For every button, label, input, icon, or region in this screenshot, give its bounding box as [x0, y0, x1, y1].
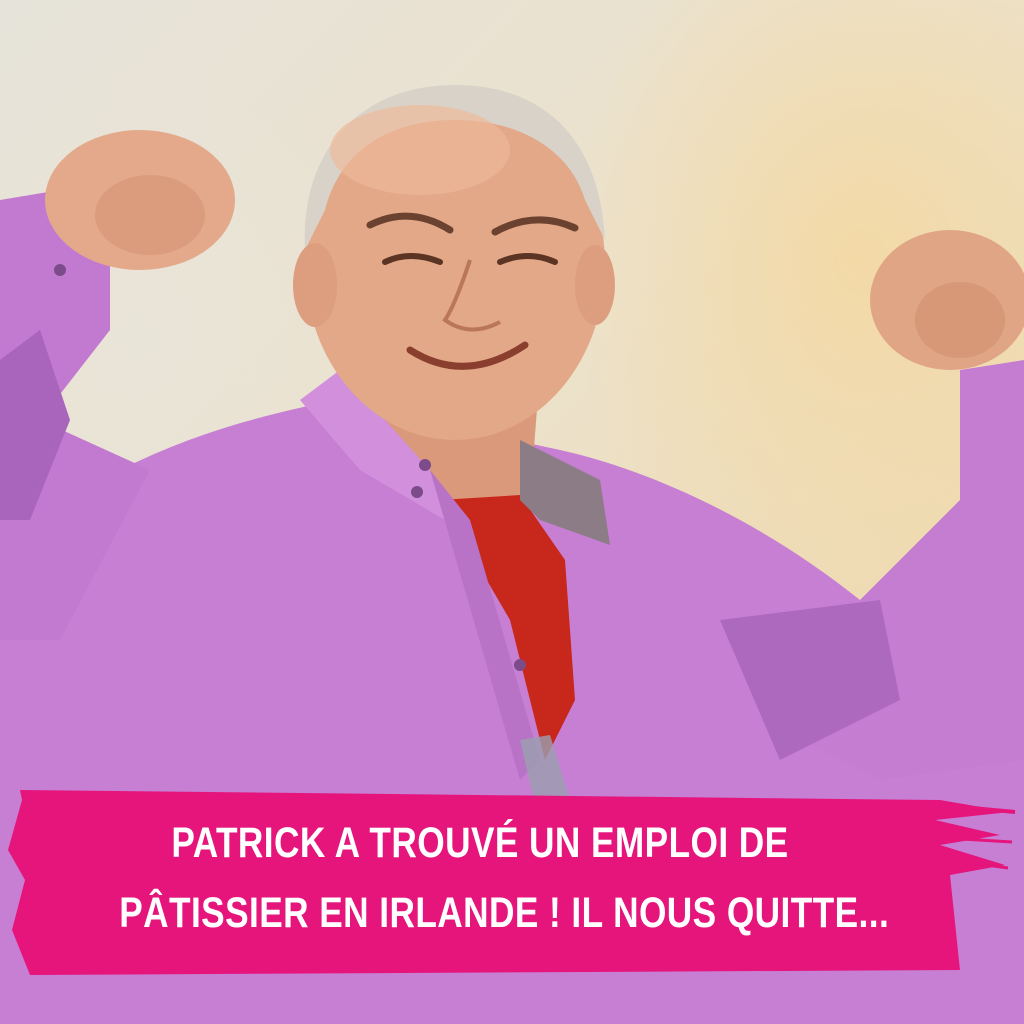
caption-line-1: PATRICK A TROUVÉ UN EMPLOI DE — [171, 819, 789, 867]
caption-line-2: PÂTISSIER EN IRLANDE ! IL NOUS QUITTE... — [119, 889, 890, 937]
caption-text: PATRICK A TROUVÉ UN EMPLOI DE PÂTISSIER … — [119, 808, 890, 948]
announcement-image: PATRICK A TROUVÉ UN EMPLOI DE PÂTISSIER … — [0, 0, 1024, 1024]
